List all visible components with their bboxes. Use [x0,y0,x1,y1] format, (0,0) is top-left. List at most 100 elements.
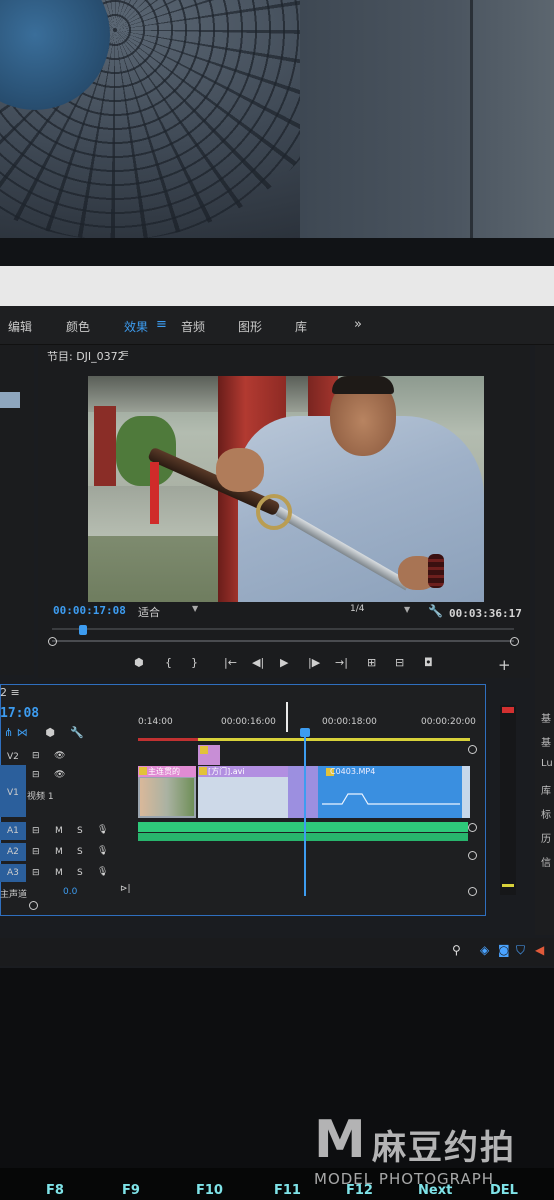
marker-icon[interactable]: ⬢ [134,656,144,669]
go-to-out-icon[interactable]: →| [335,656,348,669]
snap-icon[interactable]: ⋔ [4,726,13,739]
export-frame-icon[interactable]: ◘ [424,656,433,669]
v1-sync-lock-icon[interactable]: ⊟ [32,770,40,780]
program-playhead[interactable] [79,625,87,635]
title-bar [0,266,554,306]
timeline-scroll-handle-mid[interactable] [468,823,477,832]
a3-mute-button[interactable]: M [55,868,63,878]
right-panel-item-libraries[interactable]: 库 [541,782,551,797]
lift-icon[interactable]: ⊞ [367,656,376,669]
right-panel-item-lumetri[interactable]: Lu [541,758,553,769]
master-track-label: 主声道 [0,890,28,900]
timeline-scroll-handle-bottom[interactable] [468,887,477,896]
scrub-right-handle[interactable] [510,637,519,646]
linked-selection-icon[interactable]: ⋈ [17,726,28,739]
program-current-timecode[interactable]: 00:00:17:08 [53,604,126,617]
program-monitor-title[interactable]: 节目: DJI_0372 [47,348,125,364]
resolution-chevron-down-icon[interactable]: ▼ [404,605,410,614]
right-panel-item-info[interactable]: 信 [541,854,551,869]
person-sync-icon[interactable]: ⚲ [452,943,461,957]
v2-sync-lock-icon[interactable]: ⊟ [32,751,40,761]
timeline-playhead-line[interactable] [304,728,306,896]
timeline-scroll-handle-top[interactable] [468,745,477,754]
workspace-tab-effects[interactable]: 效果 [124,318,148,335]
a1-audio-clip[interactable] [138,822,468,832]
video-sword-guard [256,494,292,530]
wrench-icon[interactable]: 🔧 [428,604,443,618]
right-panel-item-essential[interactable]: 基 [541,710,551,725]
check-shield-icon[interactable]: ◙ [498,943,510,957]
v1-clip-1-thumbnail [140,778,194,816]
workspace-more-icon[interactable]: » [354,317,362,332]
add-button[interactable]: + [498,656,511,674]
master-go-to-end-icon[interactable]: ⊳| [120,884,131,894]
speaker-icon[interactable]: ◀ [535,943,544,957]
a2-sync-lock-icon[interactable]: ⊟ [32,847,40,857]
track-a2-label[interactable]: A2 [7,847,19,857]
go-to-in-icon[interactable]: |← [224,656,237,669]
right-panel-item-history[interactable]: 历 [541,830,551,845]
video-tree [116,416,176,486]
audio-meter-level [502,884,514,887]
add-marker-icon[interactable]: ⬢ [45,726,55,739]
v1-clip-3-tail[interactable] [462,766,470,818]
mark-in-icon[interactable]: { [165,656,172,669]
scrub-left-handle[interactable] [48,637,57,646]
cube-icon[interactable]: ◈ [480,943,489,957]
right-panel-item-markers[interactable]: 标 [541,806,551,821]
a3-solo-button[interactable]: S [77,868,83,878]
workspace-tab-libraries[interactable]: 库 [295,318,307,335]
timeline-tab[interactable]: 2 ≡ [0,686,20,699]
right-panel-item-essential-2[interactable]: 基 [541,734,551,749]
play-icon[interactable]: ▶ [280,656,288,669]
a1-microphone-icon[interactable]: 🎙 [97,825,108,835]
timeline-scroll-handle-mid2[interactable] [468,851,477,860]
shield-icon[interactable]: ⛉ [516,943,525,958]
timeline-timecode[interactable]: 17:08 [0,706,39,721]
timeline-playhead[interactable] [300,728,310,737]
status-bar [0,938,554,966]
a2-solo-button[interactable]: S [77,847,83,857]
fit-dropdown-chevron-down-icon[interactable]: ▼ [192,604,198,613]
program-scrub-bar[interactable] [52,640,514,642]
program-zoom-bar[interactable] [52,628,514,630]
workspace-tab-graphics[interactable]: 图形 [238,318,262,335]
step-back-icon[interactable]: ◀| [252,656,264,669]
a1-mute-button[interactable]: M [55,826,63,836]
track-v2-label[interactable]: V2 [7,752,19,762]
left-panel-selection[interactable] [0,392,20,408]
extract-icon[interactable]: ⊟ [395,656,404,669]
watermark-brand-en: MODEL PHOTOGRAPH [314,1170,495,1188]
workspace-tab-audio[interactable]: 音频 [181,318,205,335]
master-track-volume[interactable]: 0.0 [63,887,77,897]
a2-mute-button[interactable]: M [55,847,63,857]
step-forward-icon[interactable]: |▶ [308,656,320,669]
v2-eye-icon[interactable]: 👁 [54,751,65,761]
track-a3-label[interactable]: A3 [7,868,19,878]
ruler-tick-label: 00:00:18:00 [322,717,377,727]
mark-out-icon[interactable]: } [191,656,198,669]
track-zoom-handle[interactable] [29,901,38,910]
program-monitor-menu-icon[interactable]: ≡ [120,347,129,360]
track-a1-label[interactable]: A1 [7,826,19,836]
a3-microphone-icon[interactable]: 🎙 [97,867,108,877]
timeline-menu-icon[interactable]: ≡ [11,686,20,699]
workspace-tab-color[interactable]: 颜色 [66,318,90,335]
timeline-settings-wrench-icon[interactable]: 🔧 [70,726,84,739]
v1-transition[interactable] [288,766,318,818]
a1-sync-lock-icon[interactable]: ⊟ [32,826,40,836]
v1-clip-2-name: [方门].avi [208,767,245,776]
track-v1-label[interactable]: V1 [7,788,19,798]
ruler-tick-label: 00:00:20:00 [421,717,476,727]
workspace-menu-icon[interactable]: ≡ [156,317,167,332]
render-bar-red [138,738,198,741]
a1-audio-clip-lower[interactable] [138,833,468,841]
a3-sync-lock-icon[interactable]: ⊟ [32,868,40,878]
audio-meter-clip-indicator [502,707,514,713]
a2-microphone-icon[interactable]: 🎙 [97,846,108,856]
workspace-tab-edit[interactable]: 编辑 [8,318,32,335]
program-video-frame[interactable] [88,376,484,602]
v1-eye-icon[interactable]: 👁 [54,770,65,780]
a1-solo-button[interactable]: S [77,826,83,836]
wall [300,0,554,245]
